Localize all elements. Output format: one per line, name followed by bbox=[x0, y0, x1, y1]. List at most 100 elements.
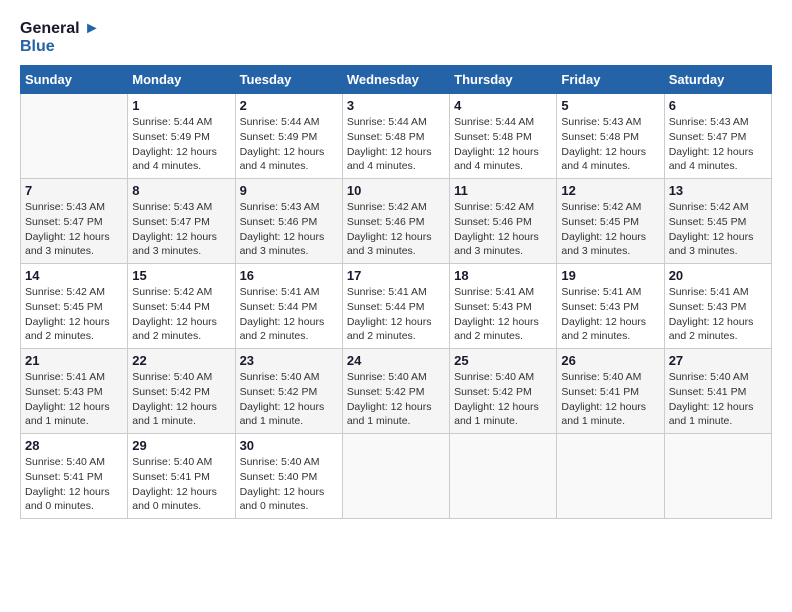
day-number: 8 bbox=[132, 183, 230, 198]
day-number: 15 bbox=[132, 268, 230, 283]
calendar-cell: 16 Sunrise: 5:41 AM Sunset: 5:44 PM Dayli… bbox=[235, 264, 342, 349]
calendar-week-row: 7 Sunrise: 5:43 AM Sunset: 5:47 PM Daylig… bbox=[21, 179, 772, 264]
logo-text: General ► Blue bbox=[20, 20, 100, 55]
day-number: 26 bbox=[561, 353, 659, 368]
weekday-header-cell: Thursday bbox=[450, 66, 557, 94]
day-info: Sunrise: 5:40 AM Sunset: 5:42 PM Dayligh… bbox=[240, 370, 338, 429]
calendar-cell: 7 Sunrise: 5:43 AM Sunset: 5:47 PM Daylig… bbox=[21, 179, 128, 264]
day-info: Sunrise: 5:42 AM Sunset: 5:45 PM Dayligh… bbox=[669, 200, 767, 259]
day-info: Sunrise: 5:40 AM Sunset: 5:40 PM Dayligh… bbox=[240, 455, 338, 514]
day-number: 24 bbox=[347, 353, 445, 368]
calendar-cell: 19 Sunrise: 5:41 AM Sunset: 5:43 PM Dayli… bbox=[557, 264, 664, 349]
day-info: Sunrise: 5:40 AM Sunset: 5:41 PM Dayligh… bbox=[669, 370, 767, 429]
calendar-cell bbox=[664, 434, 771, 519]
day-number: 19 bbox=[561, 268, 659, 283]
day-number: 17 bbox=[347, 268, 445, 283]
calendar-cell bbox=[557, 434, 664, 519]
day-info: Sunrise: 5:44 AM Sunset: 5:48 PM Dayligh… bbox=[454, 115, 552, 174]
weekday-header-cell: Wednesday bbox=[342, 66, 449, 94]
day-info: Sunrise: 5:40 AM Sunset: 5:42 PM Dayligh… bbox=[347, 370, 445, 429]
weekday-header-cell: Sunday bbox=[21, 66, 128, 94]
calendar-cell: 29 Sunrise: 5:40 AM Sunset: 5:41 PM Dayli… bbox=[128, 434, 235, 519]
day-number: 14 bbox=[25, 268, 123, 283]
weekday-header-row: SundayMondayTuesdayWednesdayThursdayFrid… bbox=[21, 66, 772, 94]
calendar-cell: 11 Sunrise: 5:42 AM Sunset: 5:46 PM Dayli… bbox=[450, 179, 557, 264]
weekday-header-cell: Saturday bbox=[664, 66, 771, 94]
day-number: 3 bbox=[347, 98, 445, 113]
day-info: Sunrise: 5:41 AM Sunset: 5:44 PM Dayligh… bbox=[240, 285, 338, 344]
day-number: 7 bbox=[25, 183, 123, 198]
calendar-cell: 24 Sunrise: 5:40 AM Sunset: 5:42 PM Dayli… bbox=[342, 349, 449, 434]
calendar-cell: 17 Sunrise: 5:41 AM Sunset: 5:44 PM Dayli… bbox=[342, 264, 449, 349]
day-info: Sunrise: 5:42 AM Sunset: 5:46 PM Dayligh… bbox=[347, 200, 445, 259]
day-number: 23 bbox=[240, 353, 338, 368]
day-info: Sunrise: 5:42 AM Sunset: 5:44 PM Dayligh… bbox=[132, 285, 230, 344]
day-info: Sunrise: 5:43 AM Sunset: 5:47 PM Dayligh… bbox=[669, 115, 767, 174]
day-info: Sunrise: 5:41 AM Sunset: 5:43 PM Dayligh… bbox=[454, 285, 552, 344]
calendar-cell: 13 Sunrise: 5:42 AM Sunset: 5:45 PM Dayli… bbox=[664, 179, 771, 264]
calendar-cell: 5 Sunrise: 5:43 AM Sunset: 5:48 PM Daylig… bbox=[557, 94, 664, 179]
calendar-cell: 3 Sunrise: 5:44 AM Sunset: 5:48 PM Daylig… bbox=[342, 94, 449, 179]
day-number: 11 bbox=[454, 183, 552, 198]
calendar-body: 1Sunrise: 5:44 AM Sunset: 5:49 PM Daylig… bbox=[21, 94, 772, 519]
calendar-cell: 26 Sunrise: 5:40 AM Sunset: 5:41 PM Dayli… bbox=[557, 349, 664, 434]
calendar-cell: 9 Sunrise: 5:43 AM Sunset: 5:46 PM Daylig… bbox=[235, 179, 342, 264]
day-info: Sunrise: 5:41 AM Sunset: 5:44 PM Dayligh… bbox=[347, 285, 445, 344]
calendar-week-row: 14 Sunrise: 5:42 AM Sunset: 5:45 PM Dayli… bbox=[21, 264, 772, 349]
day-number: 29 bbox=[132, 438, 230, 453]
day-number: 12 bbox=[561, 183, 659, 198]
calendar-cell: 10 Sunrise: 5:42 AM Sunset: 5:46 PM Dayli… bbox=[342, 179, 449, 264]
logo: General ► Blue bbox=[20, 20, 100, 55]
calendar-cell bbox=[21, 94, 128, 179]
day-number: 16 bbox=[240, 268, 338, 283]
day-number: 18 bbox=[454, 268, 552, 283]
day-info: Sunrise: 5:43 AM Sunset: 5:47 PM Dayligh… bbox=[132, 200, 230, 259]
calendar-cell bbox=[450, 434, 557, 519]
day-info: Sunrise: 5:41 AM Sunset: 5:43 PM Dayligh… bbox=[669, 285, 767, 344]
calendar-cell: 22 Sunrise: 5:40 AM Sunset: 5:42 PM Dayli… bbox=[128, 349, 235, 434]
day-info: Sunrise: 5:40 AM Sunset: 5:42 PM Dayligh… bbox=[132, 370, 230, 429]
calendar-cell: 21Sunrise: 5:41 AM Sunset: 5:43 PM Dayli… bbox=[21, 349, 128, 434]
day-info: Sunrise: 5:40 AM Sunset: 5:41 PM Dayligh… bbox=[561, 370, 659, 429]
day-info: Sunrise: 5:44 AM Sunset: 5:48 PM Dayligh… bbox=[347, 115, 445, 174]
calendar-week-row: 1Sunrise: 5:44 AM Sunset: 5:49 PM Daylig… bbox=[21, 94, 772, 179]
day-number: 27 bbox=[669, 353, 767, 368]
calendar-cell: 25Sunrise: 5:40 AM Sunset: 5:42 PM Dayli… bbox=[450, 349, 557, 434]
weekday-header-cell: Monday bbox=[128, 66, 235, 94]
day-number: 2 bbox=[240, 98, 338, 113]
day-info: Sunrise: 5:42 AM Sunset: 5:46 PM Dayligh… bbox=[454, 200, 552, 259]
calendar-cell: 20Sunrise: 5:41 AM Sunset: 5:43 PM Dayli… bbox=[664, 264, 771, 349]
day-info: Sunrise: 5:41 AM Sunset: 5:43 PM Dayligh… bbox=[561, 285, 659, 344]
day-info: Sunrise: 5:44 AM Sunset: 5:49 PM Dayligh… bbox=[240, 115, 338, 174]
day-info: Sunrise: 5:44 AM Sunset: 5:49 PM Dayligh… bbox=[132, 115, 230, 174]
calendar-cell: 28 Sunrise: 5:40 AM Sunset: 5:41 PM Dayli… bbox=[21, 434, 128, 519]
calendar-cell: 12 Sunrise: 5:42 AM Sunset: 5:45 PM Dayli… bbox=[557, 179, 664, 264]
day-number: 21 bbox=[25, 353, 123, 368]
day-number: 28 bbox=[25, 438, 123, 453]
calendar-cell: 6Sunrise: 5:43 AM Sunset: 5:47 PM Daylig… bbox=[664, 94, 771, 179]
calendar-cell bbox=[342, 434, 449, 519]
calendar-week-row: 21Sunrise: 5:41 AM Sunset: 5:43 PM Dayli… bbox=[21, 349, 772, 434]
weekday-header-cell: Tuesday bbox=[235, 66, 342, 94]
day-info: Sunrise: 5:42 AM Sunset: 5:45 PM Dayligh… bbox=[25, 285, 123, 344]
day-number: 5 bbox=[561, 98, 659, 113]
day-info: Sunrise: 5:40 AM Sunset: 5:41 PM Dayligh… bbox=[25, 455, 123, 514]
day-info: Sunrise: 5:40 AM Sunset: 5:41 PM Dayligh… bbox=[132, 455, 230, 514]
calendar-cell: 8 Sunrise: 5:43 AM Sunset: 5:47 PM Daylig… bbox=[128, 179, 235, 264]
weekday-header-cell: Friday bbox=[557, 66, 664, 94]
calendar-cell: 27 Sunrise: 5:40 AM Sunset: 5:41 PM Dayli… bbox=[664, 349, 771, 434]
day-number: 4 bbox=[454, 98, 552, 113]
day-number: 13 bbox=[669, 183, 767, 198]
day-number: 9 bbox=[240, 183, 338, 198]
day-number: 30 bbox=[240, 438, 338, 453]
calendar-cell: 23 Sunrise: 5:40 AM Sunset: 5:42 PM Dayli… bbox=[235, 349, 342, 434]
day-info: Sunrise: 5:43 AM Sunset: 5:46 PM Dayligh… bbox=[240, 200, 338, 259]
day-number: 10 bbox=[347, 183, 445, 198]
day-info: Sunrise: 5:42 AM Sunset: 5:45 PM Dayligh… bbox=[561, 200, 659, 259]
calendar-week-row: 28 Sunrise: 5:40 AM Sunset: 5:41 PM Dayli… bbox=[21, 434, 772, 519]
day-info: Sunrise: 5:43 AM Sunset: 5:47 PM Dayligh… bbox=[25, 200, 123, 259]
day-number: 22 bbox=[132, 353, 230, 368]
calendar-table: SundayMondayTuesdayWednesdayThursdayFrid… bbox=[20, 65, 772, 519]
day-info: Sunrise: 5:40 AM Sunset: 5:42 PM Dayligh… bbox=[454, 370, 552, 429]
day-info: Sunrise: 5:43 AM Sunset: 5:48 PM Dayligh… bbox=[561, 115, 659, 174]
